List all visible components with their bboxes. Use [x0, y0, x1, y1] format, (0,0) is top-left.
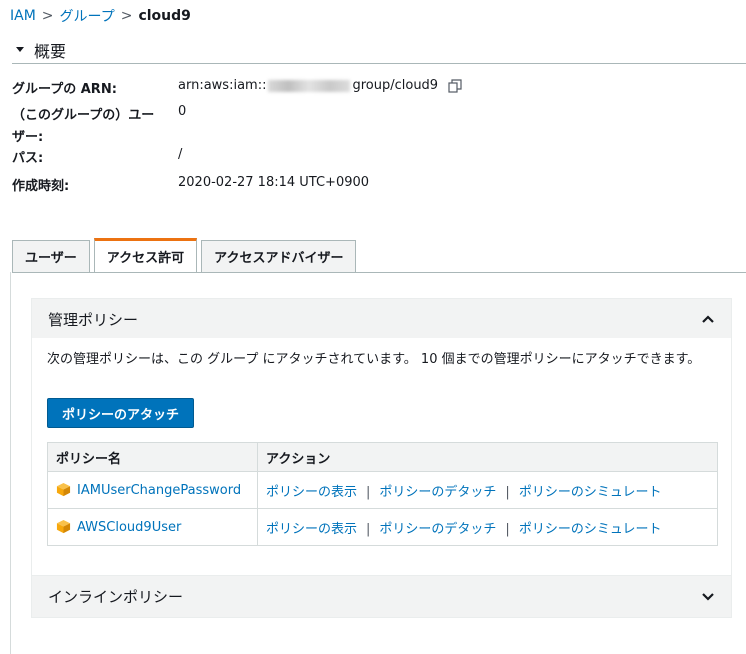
managed-policies-header[interactable]: 管理ポリシー — [32, 299, 731, 339]
breadcrumb: IAM > グループ > cloud9 — [10, 6, 191, 26]
inline-policies-section[interactable]: インラインポリシー — [31, 575, 732, 618]
breadcrumb-current: cloud9 — [138, 8, 191, 24]
caret-down-icon[interactable] — [16, 47, 24, 52]
chevron-down-icon[interactable] — [701, 589, 715, 603]
column-header-policy-name: ポリシー名 — [47, 442, 258, 472]
action-separator: | — [366, 521, 371, 537]
breadcrumb-separator: > — [120, 8, 133, 24]
managed-policy-icon — [56, 519, 71, 534]
managed-policy-icon — [56, 482, 71, 497]
users-count: 0 — [178, 104, 187, 119]
breadcrumb-groups-link[interactable]: グループ — [60, 6, 115, 26]
arn-suffix: group/cloud9 — [352, 78, 439, 93]
simulate-policy-link[interactable]: ポリシーのシミュレート — [519, 522, 662, 537]
action-separator: | — [366, 484, 371, 500]
inline-policies-header[interactable]: インラインポリシー — [32, 576, 731, 616]
tab-users[interactable]: ユーザー — [12, 240, 90, 272]
arn-value: arn:aws:iam:: group/cloud9 — [178, 78, 462, 93]
tab-bar: ユーザー アクセス許可 アクセスアドバイザー — [12, 238, 360, 272]
tab-access-advisor[interactable]: アクセスアドバイザー — [201, 240, 357, 272]
copy-icon[interactable] — [448, 78, 462, 93]
tab-permissions[interactable]: アクセス許可 — [93, 238, 198, 272]
column-header-actions: アクション — [257, 442, 718, 472]
policies-table: ポリシー名 アクション IAMUserChangePassword ポリシーの表… — [47, 442, 718, 546]
show-policy-link[interactable]: ポリシーの表示 — [266, 485, 357, 500]
arn-label: グループの ARN: — [12, 82, 117, 97]
users-label-line1: （このグループの）ユー — [12, 108, 155, 123]
table-row: AWSCloud9User ポリシーの表示 | ポリシーのデタッチ | ポリシーのシミュ… — [47, 508, 718, 546]
arn-prefix: arn:aws:iam:: — [178, 78, 267, 93]
chevron-up-icon[interactable] — [701, 312, 715, 326]
action-separator: | — [505, 521, 510, 537]
managed-policies-body: 次の管理ポリシーは、この グループ にアタッチされています。 10 個までの管理… — [31, 338, 732, 576]
inline-policies-title: インラインポリシー — [48, 587, 184, 606]
policy-actions-cell: ポリシーの表示 | ポリシーのデタッチ | ポリシーのシミュレート — [257, 508, 718, 546]
managed-policies-title: 管理ポリシー — [48, 310, 139, 329]
managed-policies-section[interactable]: 管理ポリシー — [31, 298, 732, 340]
policy-name-link[interactable]: AWSCloud9User — [77, 520, 181, 535]
detach-policy-link[interactable]: ポリシーのデタッチ — [379, 522, 496, 537]
policy-name-cell: IAMUserChangePassword — [47, 471, 258, 509]
simulate-policy-link[interactable]: ポリシーのシミュレート — [519, 485, 662, 500]
policy-name-link[interactable]: IAMUserChangePassword — [77, 483, 241, 498]
summary-section-header[interactable]: 概要 — [12, 40, 746, 64]
table-row: IAMUserChangePassword ポリシーの表示 | ポリシーのデタッチ |… — [47, 471, 718, 509]
policy-name-cell: AWSCloud9User — [47, 508, 258, 546]
summary-title: 概要 — [34, 41, 67, 61]
tab-divider — [12, 272, 746, 273]
redacted-account-id — [268, 79, 351, 92]
detach-policy-link[interactable]: ポリシーのデタッチ — [379, 485, 496, 500]
created-label: 作成時刻: — [12, 179, 70, 194]
policy-actions-cell: ポリシーの表示 | ポリシーのデタッチ | ポリシーのシミュレート — [257, 471, 718, 509]
action-separator: | — [505, 484, 510, 500]
created-value: 2020-02-27 18:14 UTC+0900 — [178, 175, 370, 190]
users-label-line2: ザー: — [12, 130, 44, 145]
table-header-row: ポリシー名 アクション — [47, 442, 718, 472]
path-value: / — [178, 147, 183, 162]
breadcrumb-iam-link[interactable]: IAM — [10, 8, 36, 24]
breadcrumb-separator: > — [41, 8, 54, 24]
show-policy-link[interactable]: ポリシーの表示 — [266, 522, 357, 537]
path-label: パス: — [12, 151, 44, 166]
attach-policy-button[interactable]: ポリシーのアタッチ — [47, 398, 195, 428]
managed-policies-description: 次の管理ポリシーは、この グループ にアタッチされています。 10 個までの管理… — [47, 352, 701, 367]
